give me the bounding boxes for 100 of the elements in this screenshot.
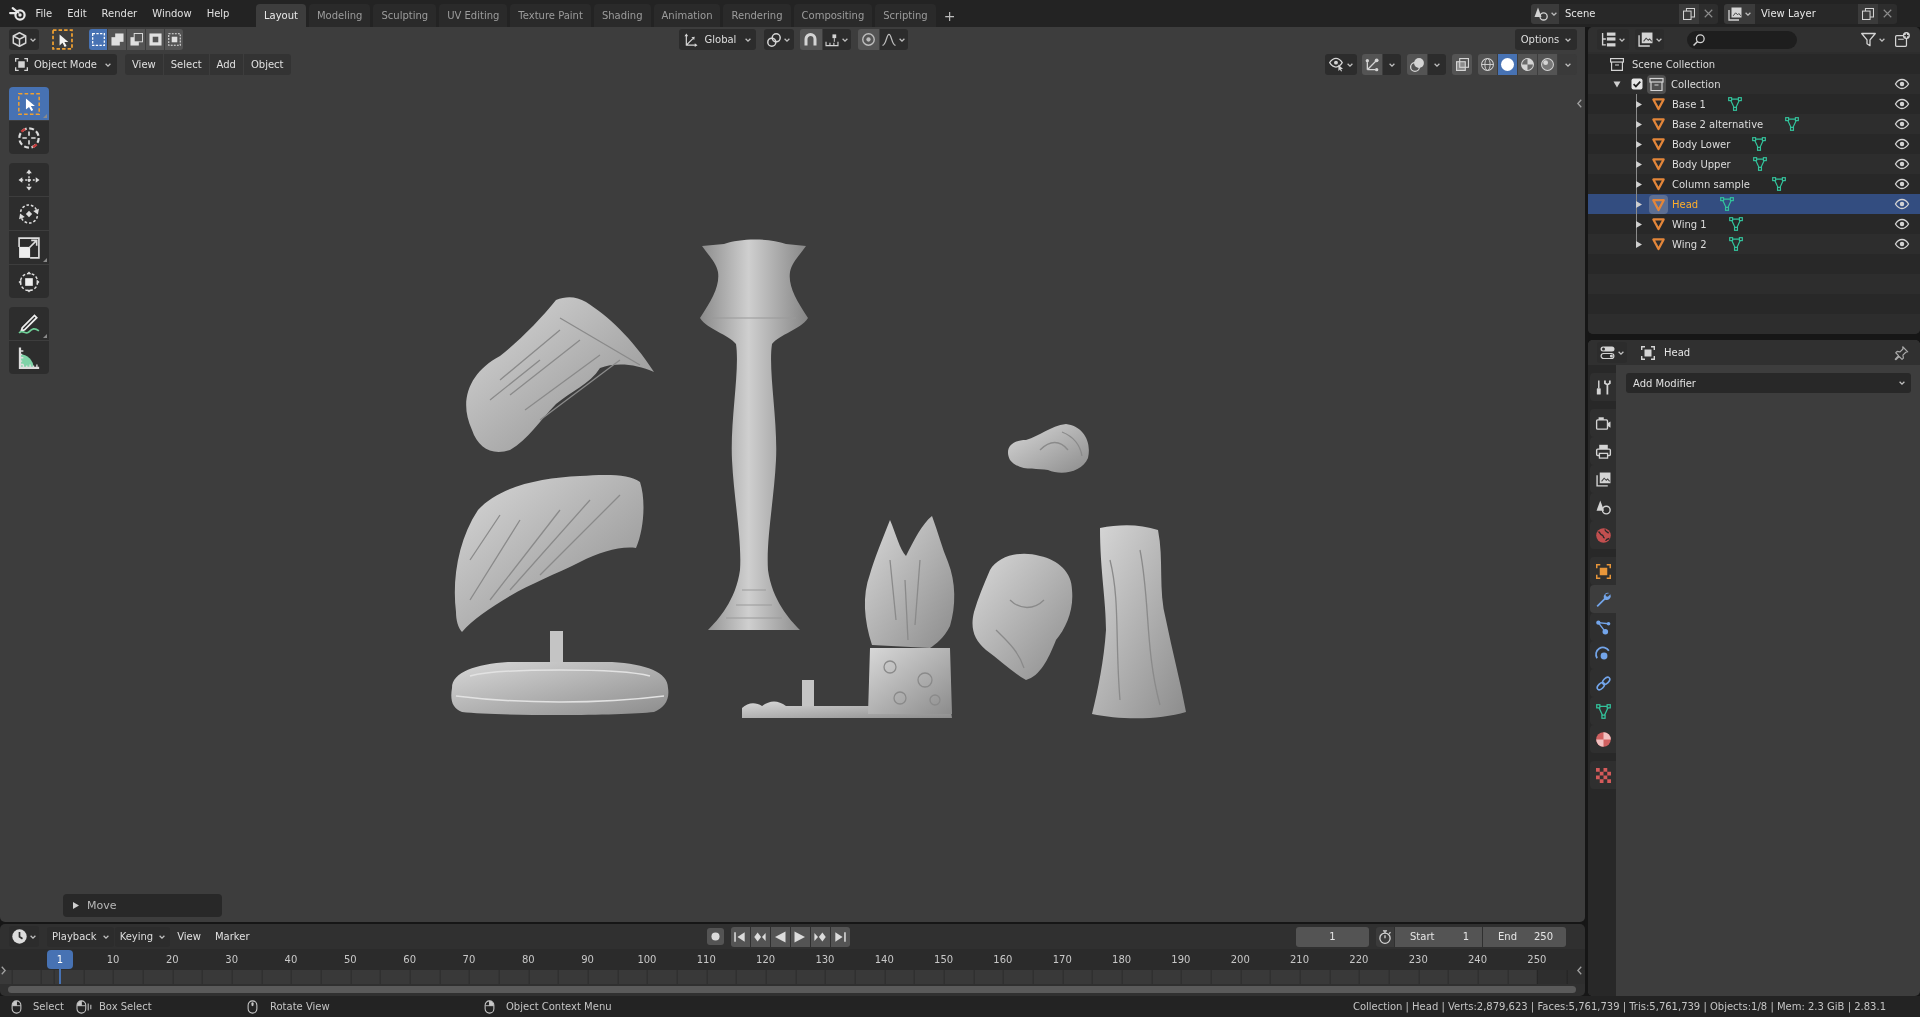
expand-arrow-icon[interactable] xyxy=(1636,100,1642,108)
close-button[interactable] xyxy=(1878,3,1897,24)
properties-tab[interactable] xyxy=(1590,613,1616,641)
overlay-dropdown[interactable] xyxy=(1428,54,1446,75)
menu-dropdown[interactable]: Keying xyxy=(114,926,171,947)
tool-button[interactable] xyxy=(9,197,49,230)
orientation-dropdown[interactable]: Global xyxy=(678,29,756,50)
current-frame-field[interactable]: 1 xyxy=(1296,926,1369,947)
shading-mode-button[interactable] xyxy=(1538,54,1557,75)
snap-toggle[interactable] xyxy=(799,29,822,50)
menu-button[interactable]: Add xyxy=(209,54,243,75)
search-field[interactable] xyxy=(1687,30,1797,49)
editor-type-dropdown[interactable] xyxy=(1597,342,1627,363)
checkbox[interactable] xyxy=(1631,78,1643,90)
tool-button[interactable] xyxy=(9,163,49,196)
workspace-tab[interactable]: Scripting xyxy=(875,4,936,27)
expand-arrow-icon[interactable] xyxy=(1636,180,1642,188)
properties-tab[interactable] xyxy=(1590,725,1616,753)
add-modifier-dropdown[interactable]: Add Modifier xyxy=(1626,373,1911,393)
selection-mode-button[interactable] xyxy=(89,29,107,50)
vertex-triangle-icon[interactable] xyxy=(1720,197,1735,211)
gizmo-dropdown[interactable] xyxy=(1383,54,1401,75)
menu-item[interactable]: Render xyxy=(94,3,145,24)
workspace-tab[interactable]: Layout xyxy=(255,4,306,27)
properties-tab[interactable] xyxy=(1590,585,1616,613)
expand-arrow-icon[interactable] xyxy=(1636,220,1642,228)
add-collection-icon[interactable] xyxy=(1895,32,1910,47)
jump-end-button[interactable] xyxy=(830,926,850,947)
shading-mode-button[interactable] xyxy=(1478,54,1497,75)
jump-start-button[interactable] xyxy=(730,926,750,947)
close-button[interactable] xyxy=(1699,3,1718,24)
workspace-tab[interactable]: Animation xyxy=(653,4,721,27)
view-layer-field[interactable]: View Layer xyxy=(1755,3,1858,24)
eye-icon[interactable] xyxy=(1895,237,1909,251)
shading-mode-button[interactable] xyxy=(1498,54,1517,75)
selection-mode-button[interactable] xyxy=(127,29,145,50)
snap-target-dropdown[interactable] xyxy=(822,29,851,50)
properties-tab[interactable] xyxy=(1590,409,1616,437)
vertex-triangle-icon[interactable] xyxy=(1785,117,1800,131)
tool-button[interactable] xyxy=(9,307,49,340)
start-frame-field[interactable]: Start 1 xyxy=(1395,926,1482,947)
overlay-toggle[interactable] xyxy=(1407,54,1427,75)
workspace-tab[interactable]: Rendering xyxy=(723,4,791,27)
expand-arrow-icon[interactable] xyxy=(1636,240,1642,248)
workspace-tab[interactable]: Compositing xyxy=(793,4,873,27)
pin-icon[interactable] xyxy=(1895,345,1909,360)
expand-arrow-icon[interactable] xyxy=(1636,120,1642,128)
workspace-tab[interactable]: Shading xyxy=(593,4,651,27)
menu-dropdown[interactable]: Playback xyxy=(47,926,114,947)
proportional-toggle[interactable] xyxy=(857,29,879,50)
eye-icon[interactable] xyxy=(1895,97,1909,111)
xray-toggle[interactable] xyxy=(1452,54,1472,75)
options-dropdown[interactable]: Options xyxy=(1515,29,1577,50)
gizmo-toggle[interactable] xyxy=(1362,54,1382,75)
operator-panel[interactable]: Move xyxy=(63,894,222,917)
menu-button[interactable]: Object xyxy=(243,54,291,75)
expand-arrow-icon[interactable] xyxy=(1636,160,1642,168)
properties-tab[interactable] xyxy=(1590,557,1616,585)
play-reverse-button[interactable] xyxy=(770,926,790,947)
view-layer-dropdown[interactable] xyxy=(1635,29,1664,50)
workspace-tab[interactable]: UV Editing xyxy=(439,4,508,27)
copy-button[interactable] xyxy=(1679,3,1699,24)
menu-item[interactable]: File xyxy=(28,3,60,24)
eye-icon[interactable] xyxy=(1895,117,1909,131)
tool-button[interactable] xyxy=(9,341,49,374)
menu-item[interactable]: Help xyxy=(199,3,237,24)
workspace-tab[interactable]: Texture Paint xyxy=(510,4,591,27)
vertex-triangle-icon[interactable] xyxy=(1727,97,1742,111)
app-logo-icon[interactable] xyxy=(9,6,26,21)
play-button[interactable] xyxy=(790,926,810,947)
current-frame-indicator[interactable]: 1 xyxy=(47,950,73,969)
previous-keyframe-button[interactable] xyxy=(750,926,770,947)
vertex-triangle-icon[interactable] xyxy=(1771,177,1786,191)
vertex-triangle-icon[interactable] xyxy=(1752,137,1767,151)
arrow-select-icon[interactable] xyxy=(52,29,73,50)
expand-arrow-icon[interactable] xyxy=(1613,81,1621,87)
eye-icon[interactable] xyxy=(1895,197,1909,211)
selection-mode-button[interactable] xyxy=(165,29,183,50)
browse-dropdown[interactable] xyxy=(1724,3,1755,24)
workspace-tab[interactable]: Sculpting xyxy=(373,4,437,27)
editor-type-dropdown[interactable] xyxy=(9,926,39,947)
browse-dropdown[interactable] xyxy=(1531,3,1559,24)
expand-arrow-icon[interactable] xyxy=(1636,140,1642,148)
workspace-tab[interactable]: Modeling xyxy=(308,4,371,27)
expand-arrow-icon[interactable] xyxy=(1636,200,1642,208)
selection-mode-button[interactable] xyxy=(108,29,126,50)
next-keyframe-button[interactable] xyxy=(810,926,830,947)
scene-name-field[interactable]: Scene xyxy=(1559,3,1679,24)
pivot-dropdown[interactable] xyxy=(763,29,794,50)
auto-keying-toggle[interactable] xyxy=(706,928,724,945)
chevron-left-icon[interactable] xyxy=(1577,966,1582,975)
eye-icon[interactable] xyxy=(1895,137,1909,151)
eye-icon[interactable] xyxy=(1895,157,1909,171)
eye-icon[interactable] xyxy=(1895,217,1909,231)
scrollbar[interactable] xyxy=(8,986,1576,993)
properties-tab[interactable] xyxy=(1590,373,1616,401)
visibility-dropdown[interactable] xyxy=(1325,54,1357,75)
menu-button[interactable]: Marker xyxy=(207,926,257,947)
menu-button[interactable]: View xyxy=(125,54,163,75)
eye-icon[interactable] xyxy=(1895,77,1909,91)
